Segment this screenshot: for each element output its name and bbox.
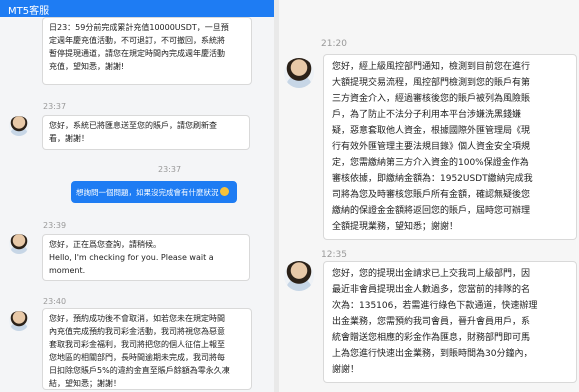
message-timestamp: 23:37 [158, 165, 182, 174]
agent-message: 您好，預約成功後不會取消，如若您未在規定時間 內充值完成預約我司彩金活動，我司將… [42, 308, 252, 390]
agent-avatar [9, 116, 29, 136]
left-chat-panel: MT5客服 日23：59分前完成累計充值10000USDT，一旦預 定週年慶充值… [0, 0, 274, 392]
message-timestamp: 12:35 [321, 250, 347, 260]
agent-message: 日23：59分前完成累計充值10000USDT，一旦預 定週年慶充值活動，不可退… [42, 17, 252, 85]
user-message: 想詢問一個問題，如果沒完成會有什麼狀況 [71, 181, 237, 203]
agent-message: 您好，您的提現出金請求已上交我司上級部門，因 最近非會員提現出金人數過多，您當前… [323, 261, 577, 383]
message-timestamp: 21:20 [321, 39, 347, 49]
message-timestamp: 23:40 [43, 297, 67, 306]
agent-message: 您好，經上級風控部門通知，檢測到目前您在進行 大額提現交易流程，風控部門檢測到您… [323, 54, 577, 240]
message-timestamp: 23:39 [43, 221, 67, 230]
agent-avatar [284, 58, 314, 88]
agent-message: 您好，正在爲您查詢，請稍候。 Hello, I'm checking for y… [42, 234, 250, 281]
agent-message: 您好，系統已將匯息送至您的賬戶，請您刷新查 看，謝謝！ [42, 115, 250, 150]
right-chat-panel: 21:20 您好，經上級風控部門通知，檢測到目前您在進行 大額提現交易流程，風控… [279, 0, 579, 392]
chat-header: MT5客服 [0, 0, 274, 17]
message-timestamp: 23:37 [43, 102, 67, 111]
agent-avatar [9, 311, 29, 331]
chat-title: MT5客服 [8, 6, 50, 17]
user-message-text: 想詢問一個問題，如果沒完成會有什麼狀況 [76, 188, 219, 197]
agent-avatar [284, 261, 314, 291]
grinning-sweat-emoji-icon [219, 187, 229, 196]
agent-avatar [9, 234, 29, 254]
